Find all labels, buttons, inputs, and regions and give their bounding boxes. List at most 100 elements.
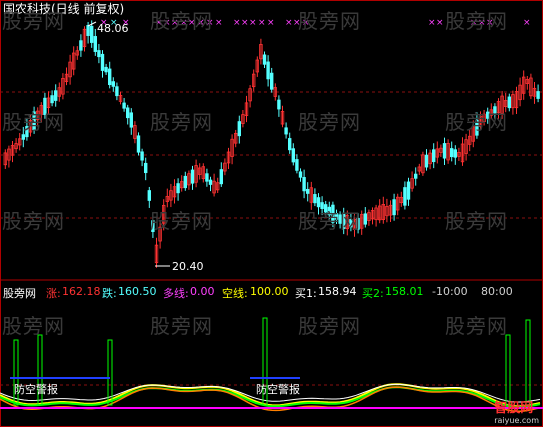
watermark: 股旁网	[298, 110, 361, 134]
candle-body	[287, 138, 292, 151]
candle-body	[143, 162, 148, 174]
candle-body	[219, 169, 223, 185]
site-logo: 智股网 raiyue.com	[494, 397, 539, 425]
candle-body	[237, 121, 241, 137]
level-2: 80:00	[481, 285, 513, 298]
candle-body	[147, 190, 151, 201]
watermark: 股旁网	[2, 209, 65, 233]
candle-body	[54, 90, 58, 101]
candle-body	[277, 99, 281, 110]
die-label: 跌:	[102, 287, 117, 300]
signal-mark: ×	[249, 18, 257, 28]
alarm-label-2: 防空警报	[256, 383, 300, 396]
mai1-label: 买1:	[295, 287, 317, 300]
signal-mark: ×	[267, 18, 275, 28]
candle-body	[93, 36, 97, 52]
candle-body	[431, 149, 436, 163]
candle-body	[269, 72, 274, 90]
watermark: 股旁网	[150, 110, 213, 134]
duoxian-value: 0.00	[190, 285, 215, 298]
signal-mark: ×	[523, 18, 531, 28]
candle-body	[313, 194, 317, 204]
indicator-name: 股旁网	[3, 287, 36, 300]
zhang-value: 162.18	[62, 285, 101, 298]
signal-mark: ×	[436, 18, 444, 28]
candle-body	[424, 154, 429, 168]
low-price-label: 20.40	[172, 260, 204, 273]
kongxian-value: 100.00	[250, 285, 289, 298]
logo-url: raiyue.com	[494, 416, 539, 425]
candle-body	[176, 183, 180, 194]
candle-body	[536, 91, 540, 99]
candle-body	[86, 25, 90, 36]
candle-body	[108, 68, 112, 86]
candle-body	[90, 25, 94, 43]
duoxian-label: 多线:	[163, 287, 189, 300]
signal-mark: ×	[233, 18, 241, 28]
candle-body	[302, 177, 306, 192]
watermark: 股旁网	[445, 209, 508, 233]
mai2-value: 158.01	[385, 285, 424, 298]
candle-body	[122, 102, 126, 109]
candle-body	[507, 96, 511, 109]
watermark: 股旁网	[2, 9, 65, 33]
candle-body	[97, 50, 101, 58]
kongxian-label: 空线:	[222, 287, 248, 300]
watermark: 股旁网	[150, 209, 213, 233]
candle-body	[126, 107, 130, 119]
high-price-label: 48.06	[97, 22, 129, 35]
signal-mark: ×	[215, 18, 223, 28]
candle-body	[21, 134, 25, 140]
candle-body	[266, 61, 270, 80]
mai1-value: 158.94	[318, 285, 357, 298]
candle-body	[449, 148, 454, 158]
candle-body	[111, 81, 115, 87]
die-value: 160.50	[118, 285, 157, 298]
candle-body	[262, 54, 267, 65]
level-1: -10:00	[432, 285, 468, 298]
candle-body	[129, 112, 133, 128]
zhang-label: 涨:	[46, 287, 61, 300]
alarm-label-1: 防空警报	[14, 383, 58, 396]
candle-body	[453, 149, 457, 158]
watermark: 股旁网	[150, 314, 213, 338]
watermark: 股旁网	[445, 110, 508, 134]
candle-body	[190, 169, 195, 184]
watermark: 股旁网	[150, 9, 213, 33]
candle-body	[208, 179, 213, 185]
volume-spike	[505, 334, 511, 406]
candle-body	[406, 181, 411, 200]
watermark: 股旁网	[298, 314, 361, 338]
candle-body	[305, 188, 310, 194]
candle-body	[284, 127, 288, 135]
signal-mark: ×	[258, 18, 266, 28]
candle-body	[442, 143, 447, 159]
indicator-header: 股旁网 涨: 162.18 跌: 160.50 多线: 0.00 空线: 100…	[0, 283, 543, 300]
watermark: 股旁网	[2, 314, 65, 338]
candle-body	[183, 175, 187, 189]
signal-mark: ×	[428, 18, 436, 28]
watermark: 股旁网	[445, 314, 508, 338]
candle-body	[50, 95, 54, 104]
candle-body	[100, 53, 105, 71]
candle-body	[140, 151, 144, 161]
candle-body	[79, 40, 83, 51]
candle-body	[403, 187, 407, 206]
signal-mark: ×	[285, 18, 293, 28]
watermark: 股旁网	[445, 9, 508, 33]
volume-spike	[107, 339, 113, 406]
mai2-label: 买2:	[362, 287, 384, 300]
logo-name: 智股网	[494, 401, 534, 416]
watermark: 股旁网	[2, 110, 65, 134]
candle-body	[115, 86, 119, 97]
candle-body	[392, 199, 396, 216]
candle-body	[295, 159, 299, 171]
watermark: 股旁网	[298, 9, 361, 33]
candle-body	[136, 135, 141, 153]
signal-mark: ×	[241, 18, 249, 28]
candle-body	[298, 171, 303, 178]
candle-body	[363, 213, 367, 225]
volume-spike	[525, 319, 531, 406]
candle-body	[413, 173, 418, 179]
candle-body	[104, 66, 108, 73]
